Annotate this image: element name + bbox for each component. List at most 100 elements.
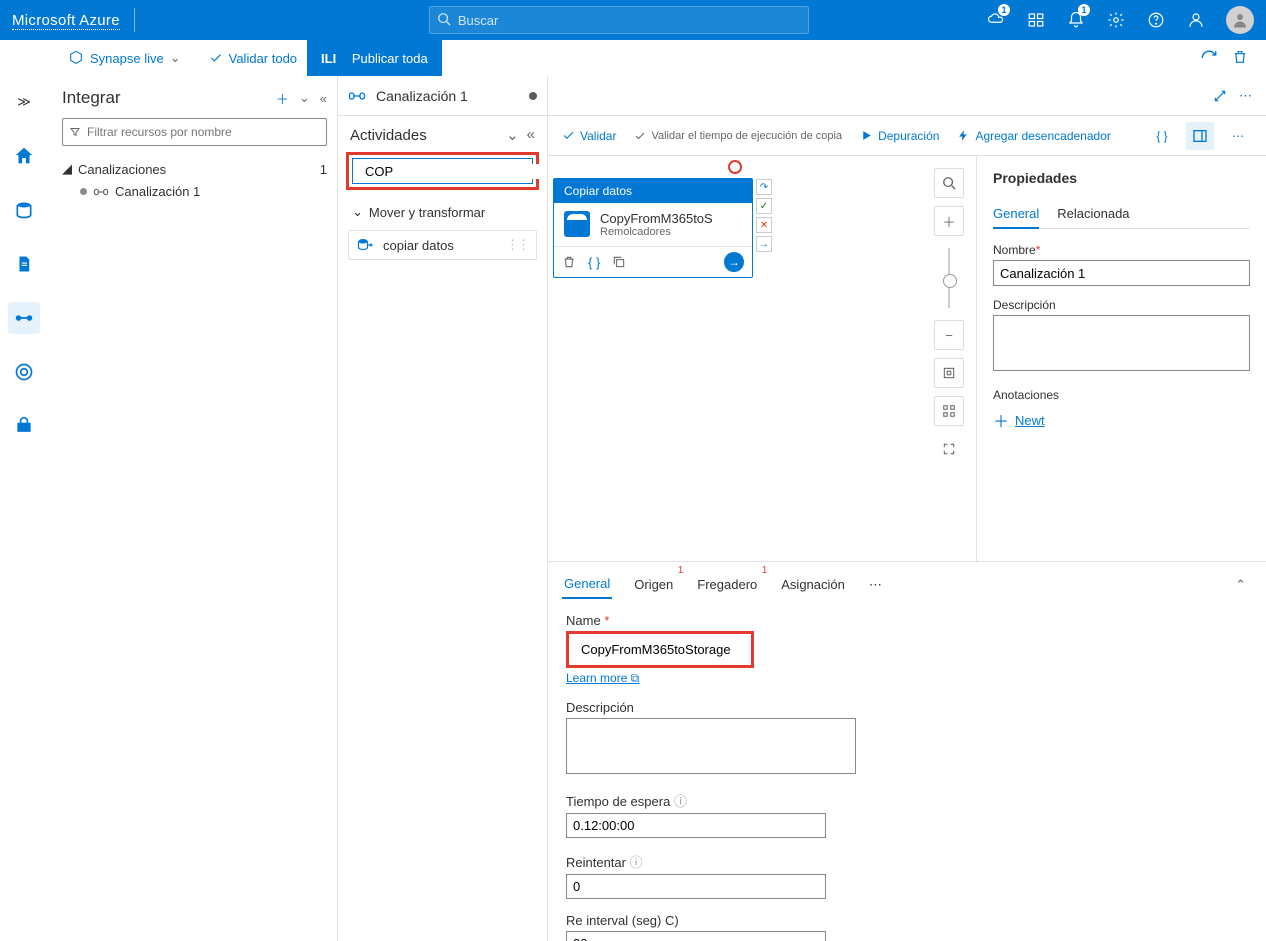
bp-name-label: Name bbox=[566, 613, 601, 628]
auto-align-icon[interactable] bbox=[934, 396, 964, 426]
activity-copy-data[interactable]: copiar datos ⋮⋮ bbox=[348, 230, 537, 260]
settings-icon[interactable] bbox=[1098, 0, 1134, 40]
delete-node-icon[interactable] bbox=[562, 255, 576, 269]
data-icon[interactable] bbox=[8, 194, 40, 226]
learn-more-link[interactable]: Learn more ⧉ bbox=[566, 671, 639, 685]
global-search-input[interactable] bbox=[429, 6, 809, 34]
properties-title: Propiedades bbox=[993, 170, 1250, 186]
pipeline-item[interactable]: Canalización 1 bbox=[62, 180, 327, 203]
bp-timeout-input[interactable] bbox=[566, 813, 826, 838]
prop-name-input[interactable] bbox=[993, 260, 1250, 286]
bp-retry-label: Reintentar bbox=[566, 855, 626, 870]
publish-all-button[interactable]: ILI Publicar toda bbox=[307, 40, 442, 76]
refresh-icon[interactable] bbox=[1200, 49, 1218, 67]
monitor-icon[interactable] bbox=[8, 356, 40, 388]
chevron-down-icon: ⌄ bbox=[170, 50, 181, 66]
azure-topbar: Microsoft Azure 1 1 bbox=[0, 0, 1266, 40]
highlight-box-1 bbox=[346, 152, 539, 190]
prop-anno-label: Anotaciones bbox=[993, 388, 1250, 402]
hide-activities-icon[interactable]: « bbox=[527, 126, 535, 144]
pipeline-tab[interactable]: Canalización 1 bbox=[338, 76, 547, 116]
pipelines-group[interactable]: ◢ Canalizaciones 1 bbox=[62, 158, 327, 180]
node-completion-icon[interactable]: → bbox=[756, 236, 772, 252]
node-success-icon[interactable]: ✓ bbox=[756, 198, 772, 214]
node-subtitle: Remolcadores bbox=[600, 226, 713, 238]
more-icon[interactable]: ⋯ bbox=[1239, 88, 1252, 104]
synapse-live-dropdown[interactable]: Synapse live ⌄ bbox=[60, 50, 199, 66]
validate-button[interactable]: Validar bbox=[562, 129, 616, 143]
prop-desc-input[interactable] bbox=[993, 315, 1250, 371]
unsaved-indicator bbox=[529, 92, 537, 100]
bp-tab-sink[interactable]: Fregadero1 bbox=[695, 571, 759, 598]
node-fail-icon[interactable]: ✕ bbox=[756, 217, 772, 233]
node-header: Copiar datos bbox=[554, 179, 752, 203]
activities-title: Actividades bbox=[350, 127, 427, 144]
collapse-pane-icon[interactable]: ⌃ bbox=[1235, 577, 1252, 593]
bp-tab-mapping[interactable]: Asignación bbox=[779, 571, 847, 598]
global-search-wrap bbox=[429, 6, 809, 34]
filter-input[interactable] bbox=[87, 125, 320, 139]
node-skip-icon[interactable]: ↷ bbox=[756, 179, 772, 195]
canvas-zoom-tools: ＋ − bbox=[934, 168, 964, 464]
prop-name-label: Nombre bbox=[993, 243, 1036, 257]
validate-runtime-button[interactable]: Validar el tiempo de ejecución de copia bbox=[634, 130, 842, 142]
zoom-in-icon[interactable]: ＋ bbox=[934, 206, 964, 236]
activity-search[interactable] bbox=[352, 158, 533, 184]
add-annotation-button[interactable]: ＋Newt bbox=[993, 408, 1250, 432]
topbar-actions: 1 1 bbox=[978, 0, 1254, 40]
bp-name-input[interactable] bbox=[575, 638, 745, 661]
home-icon[interactable] bbox=[8, 140, 40, 172]
directory-icon[interactable] bbox=[1018, 0, 1054, 40]
left-rail: ≫ bbox=[0, 76, 48, 941]
expand-rail-button[interactable]: ≫ bbox=[8, 86, 40, 118]
bp-tab-general[interactable]: General bbox=[562, 570, 612, 599]
develop-icon[interactable] bbox=[8, 248, 40, 280]
activity-group-move[interactable]: ⌄ Mover y transformar bbox=[338, 198, 547, 226]
help-icon[interactable] bbox=[1138, 0, 1174, 40]
node-code-icon[interactable]: { } bbox=[588, 255, 600, 270]
bp-retry-input[interactable] bbox=[566, 874, 826, 899]
canvas-more-icon[interactable]: ⋯ bbox=[1224, 122, 1252, 150]
user-avatar[interactable] bbox=[1226, 6, 1254, 34]
prop-tab-related[interactable]: Relacionada bbox=[1057, 200, 1129, 228]
bp-tab-more[interactable]: ⋯ bbox=[867, 571, 884, 599]
bp-tab-source[interactable]: Origen1 bbox=[632, 571, 675, 598]
feedback-icon[interactable] bbox=[1178, 0, 1214, 40]
manage-icon[interactable] bbox=[8, 410, 40, 442]
zoom-out-icon[interactable]: − bbox=[934, 320, 964, 350]
bp-retryint-input[interactable] bbox=[566, 931, 826, 941]
add-resource-icon[interactable]: ＋ bbox=[276, 89, 289, 108]
integrate-title: Integrar bbox=[62, 88, 266, 108]
notifications-icon[interactable]: 1 bbox=[1058, 0, 1094, 40]
expand-canvas-icon[interactable] bbox=[1213, 89, 1227, 103]
copy-data-icon bbox=[357, 237, 375, 253]
add-trigger-button[interactable]: Agregar desencadenador bbox=[957, 129, 1110, 143]
activity-search-input[interactable] bbox=[365, 164, 541, 179]
database-icon bbox=[564, 211, 590, 237]
expand-all-icon[interactable]: ⌄ bbox=[299, 90, 310, 106]
filter-resources[interactable] bbox=[62, 118, 327, 146]
clone-node-icon[interactable] bbox=[612, 255, 626, 269]
prop-tab-general[interactable]: General bbox=[993, 200, 1039, 229]
fit-screen-icon[interactable] bbox=[934, 358, 964, 388]
cloud-badge: 1 bbox=[998, 4, 1010, 16]
code-view-icon[interactable]: { } bbox=[1148, 122, 1176, 150]
pipeline-canvas[interactable]: Copiar datos CopyFromM365toS Remolcadore… bbox=[548, 156, 976, 561]
bp-desc-input[interactable] bbox=[566, 718, 856, 774]
cloud-shell-icon[interactable]: 1 bbox=[978, 0, 1014, 40]
copy-data-node[interactable]: Copiar datos CopyFromM365toS Remolcadore… bbox=[553, 178, 753, 278]
properties-toggle-icon[interactable] bbox=[1186, 122, 1214, 150]
node-go-icon[interactable]: → bbox=[724, 252, 744, 272]
properties-panel: Propiedades General Relacionada Nombre* … bbox=[976, 156, 1266, 561]
canvas-search-icon[interactable] bbox=[934, 168, 964, 198]
bp-desc-label: Descripción bbox=[566, 700, 1248, 715]
zoom-slider[interactable] bbox=[948, 248, 950, 308]
discard-icon[interactable] bbox=[1232, 49, 1248, 67]
tab-label: Canalización 1 bbox=[376, 88, 468, 104]
collapse-activities-icon[interactable]: ⌄ bbox=[506, 126, 519, 144]
integrate-icon[interactable] bbox=[8, 302, 40, 334]
debug-button[interactable]: Depuración bbox=[860, 129, 939, 143]
collapse-panel-icon[interactable]: « bbox=[320, 91, 327, 106]
validate-all-button[interactable]: Validar todo bbox=[199, 40, 307, 76]
fullscreen-icon[interactable] bbox=[934, 434, 964, 464]
